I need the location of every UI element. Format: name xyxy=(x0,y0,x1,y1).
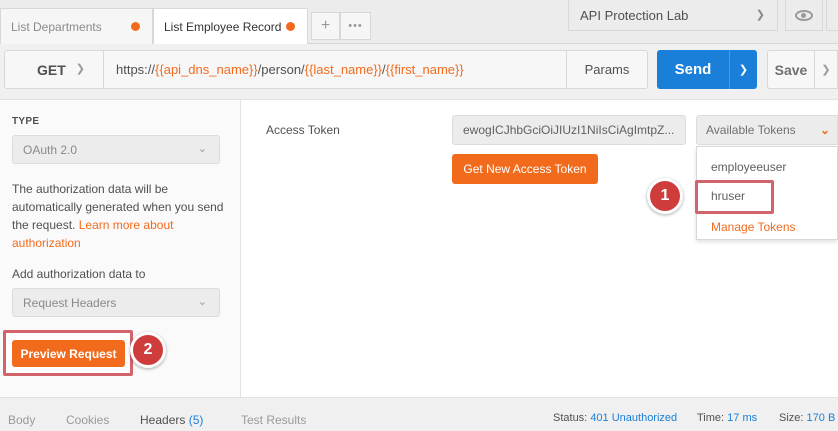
chevron-down-icon: ⌄ xyxy=(197,296,207,308)
response-tab-body[interactable]: Body xyxy=(8,413,35,427)
url-variable: {{last_name}} xyxy=(304,62,383,77)
params-button[interactable]: Params xyxy=(566,50,648,89)
auth-type-value: OAuth 2.0 xyxy=(23,142,78,157)
size-value: 170 B xyxy=(806,412,836,424)
size-label: Size: xyxy=(779,412,804,424)
available-tokens-label: Available Tokens xyxy=(706,123,796,137)
plus-icon: + xyxy=(320,17,331,34)
response-tab-cookies[interactable]: Cookies xyxy=(66,413,109,427)
response-tab-test-results[interactable]: Test Results xyxy=(241,413,306,427)
tab-label: List Employee Record xyxy=(164,19,282,34)
manage-tokens-link[interactable]: Manage Tokens xyxy=(711,220,796,234)
send-options-button[interactable]: ❯ xyxy=(729,50,757,89)
access-token-input[interactable]: ewogICJhbGciOiJIUzI1NiIsCiAgImtpZ... xyxy=(452,115,686,145)
request-bar: GET ❯ https://{{api_dns_name}}/person/{{… xyxy=(0,44,838,99)
url-variable: {{api_dns_name}} xyxy=(155,62,258,77)
preview-request-button[interactable]: Preview Request xyxy=(12,340,125,367)
ellipsis-icon: ••• xyxy=(348,20,363,32)
more-tabs-button[interactable]: ••• xyxy=(340,12,371,40)
status-value: 401 Unauthorized xyxy=(590,412,678,424)
status-label: Status: xyxy=(553,412,588,424)
method-label: GET xyxy=(37,61,66,78)
access-token-label: Access Token xyxy=(266,123,340,137)
url-input[interactable]: https://{{api_dns_name}}/person/{{last_n… xyxy=(104,50,567,89)
url-part: /person/ xyxy=(257,62,305,77)
token-option-employeeuser[interactable]: employeeuser xyxy=(711,160,786,174)
tab-bar: List Departments List Employee Record + … xyxy=(0,0,838,44)
get-new-access-token-button[interactable]: Get New Access Token xyxy=(452,154,598,184)
method-select[interactable]: GET ❯ xyxy=(4,50,104,89)
chevron-down-icon: ❯ xyxy=(738,64,749,76)
headers-count: (5) xyxy=(188,413,204,427)
step-callout-2: 2 xyxy=(130,332,166,368)
tab-label: List Departments xyxy=(11,19,102,34)
highlight-box xyxy=(695,180,774,214)
time-value: 17 ms xyxy=(727,412,758,424)
new-tab-button[interactable]: + xyxy=(311,12,340,40)
chevron-down-icon: ❯ xyxy=(75,63,85,75)
environment-select[interactable]: API Protection Lab ❯ xyxy=(568,0,778,31)
add-auth-to-select[interactable]: Request Headers ⌄ xyxy=(12,288,220,317)
unsaved-dot-icon xyxy=(286,22,295,31)
time-label: Time: xyxy=(697,412,725,424)
auth-type-select[interactable]: OAuth 2.0 ⌄ xyxy=(12,135,220,164)
eye-icon xyxy=(795,9,813,21)
size-readout: Size: 170 B xyxy=(779,412,835,424)
auth-settings-column: TYPE OAuth 2.0 ⌄ The authorization data … xyxy=(0,100,241,398)
authorization-panel: TYPE OAuth 2.0 ⌄ The authorization data … xyxy=(0,99,838,398)
environment-quick-look-button[interactable] xyxy=(785,0,823,31)
available-tokens-select[interactable]: Available Tokens ⌄ xyxy=(696,115,838,145)
status-readout: Status: 401 Unauthorized xyxy=(553,412,677,424)
manage-environments-button[interactable] xyxy=(826,0,838,31)
chevron-down-icon: ⌄ xyxy=(197,143,207,155)
chevron-down-icon: ❯ xyxy=(821,64,831,76)
type-heading: TYPE xyxy=(12,116,40,127)
unsaved-dot-icon xyxy=(131,22,140,31)
token-settings-column: Access Token ewogICJhbGciOiJIUzI1NiIsCiA… xyxy=(241,100,838,398)
time-readout: Time: 17 ms xyxy=(697,412,757,424)
response-tab-headers[interactable]: Headers (5) xyxy=(140,413,203,427)
postman-window: List Departments List Employee Record + … xyxy=(0,0,838,431)
tab-list-employee-record[interactable]: List Employee Record xyxy=(153,8,308,44)
url-part: https:// xyxy=(116,62,156,77)
response-bar: Body Cookies Headers (5) Test Results St… xyxy=(0,397,838,431)
add-auth-to-label: Add authorization data to xyxy=(12,267,146,281)
step-callout-1: 1 xyxy=(647,178,683,214)
url-variable: {{first_name}} xyxy=(385,62,464,77)
auth-description: The authorization data will be automatic… xyxy=(12,180,227,252)
send-button[interactable]: Send xyxy=(657,50,729,89)
chevron-down-icon: ⌄ xyxy=(819,123,830,137)
tab-list-departments[interactable]: List Departments xyxy=(0,8,153,44)
save-button[interactable]: Save xyxy=(767,50,815,89)
chevron-down-icon: ❯ xyxy=(755,9,765,21)
save-options-button[interactable]: ❯ xyxy=(815,50,838,89)
add-auth-to-value: Request Headers xyxy=(23,295,117,310)
environment-label: API Protection Lab xyxy=(580,7,689,23)
tab-label: Headers xyxy=(140,413,186,427)
